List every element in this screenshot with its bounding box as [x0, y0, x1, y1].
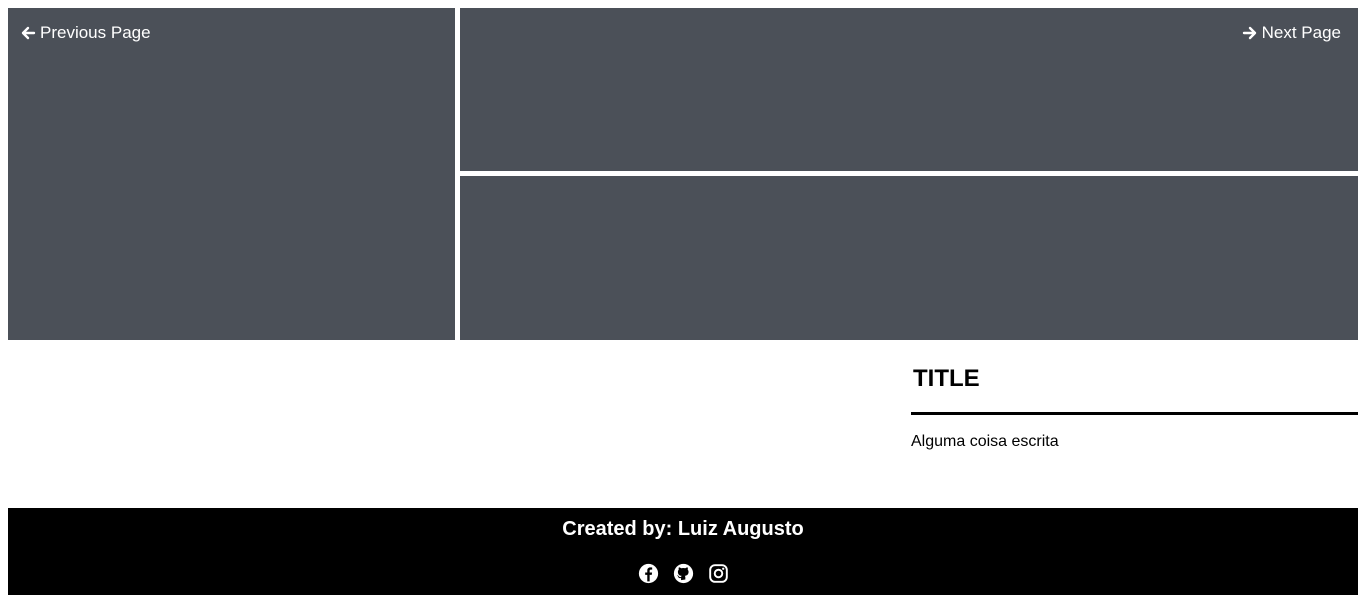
- arrow-right-icon: [1242, 26, 1256, 40]
- footer-social-links: [8, 563, 1358, 584]
- article-title: TITLE: [913, 365, 980, 392]
- footer-credit: Created by: Luiz Augusto: [562, 518, 804, 540]
- github-icon[interactable]: [673, 563, 694, 584]
- previous-page-link[interactable]: Previous Page: [20, 23, 151, 43]
- next-page-link[interactable]: Next Page: [1242, 23, 1341, 43]
- article-text: Alguma coisa escrita: [911, 433, 1059, 450]
- gallery-panel-top-right: Next Page: [460, 8, 1358, 171]
- facebook-icon[interactable]: [638, 563, 659, 584]
- gallery-panel-left: Previous Page: [8, 8, 455, 340]
- footer: Created by: Luiz Augusto: [8, 508, 1358, 595]
- previous-page-label: Previous Page: [40, 23, 151, 42]
- instagram-icon[interactable]: [708, 563, 729, 584]
- arrow-left-icon: [21, 26, 36, 40]
- article-section: TITLE Alguma coisa escrita: [911, 364, 1358, 452]
- next-page-label: Next Page: [1261, 23, 1341, 42]
- article-divider: [911, 412, 1358, 415]
- gallery-panel-bottom-right: [460, 176, 1358, 340]
